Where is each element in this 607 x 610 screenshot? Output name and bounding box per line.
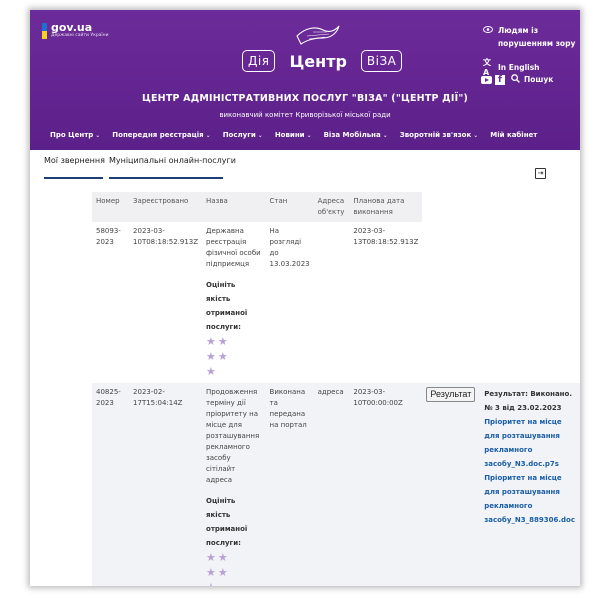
nav-my-cabinet[interactable]: Мій кабінет: [490, 131, 537, 139]
table-header-row: Номер Зареєстровано Назва Стан Адреса об…: [92, 192, 580, 222]
service-name: Продовження терміну дії пріоритету на мі…: [206, 388, 260, 484]
nav-pre-registration[interactable]: Попередня реєстрація ⌄: [112, 131, 210, 139]
org-subtitle: виконавчий комітет Криворізької міської …: [219, 111, 391, 119]
chevron-down-icon: ⌄: [473, 132, 479, 139]
tab-bar: Мої звернення Муніципальні онлайн-послуг…: [44, 156, 240, 174]
nav-my-cabinet-label: Мій кабінет: [490, 131, 538, 139]
ukraine-flag-icon: [42, 23, 47, 39]
site-header: gov.ua Державні сайти України Дія Центр …: [30, 10, 580, 150]
star-icon[interactable]: ★: [206, 581, 218, 586]
star-icon[interactable]: ★: [218, 551, 230, 564]
cell-registered: 2023-03-10T08:18:52.913Z: [133, 227, 199, 246]
cell-action: Результат: [422, 383, 481, 586]
cell-name: Державна реєстрація фізичної особи підпр…: [202, 222, 265, 383]
col-status: Стан: [269, 197, 288, 205]
chevron-down-icon: ⌄: [95, 132, 101, 139]
star-icon[interactable]: ★: [206, 365, 218, 378]
logo-diia: Дія: [242, 50, 276, 72]
cell-planned-date: 2023-03-13T08:18:52.913Z: [353, 227, 419, 246]
rating-stars[interactable]: ★★ ★★ ★: [206, 334, 261, 379]
youtube-icon[interactable]: [481, 75, 492, 84]
cell-action: [422, 222, 480, 383]
org-title: ЦЕНТР АДМІНІСТРАТИВНИХ ПОСЛУГ "ВІЗА" ("Ц…: [141, 93, 469, 104]
logo-center-text: Центр: [289, 51, 347, 71]
nav-pre-registration-label: Попередня реєстрація: [112, 131, 204, 139]
star-icon[interactable]: ★: [218, 335, 230, 348]
cell-number: 40825-2023: [92, 383, 130, 586]
star-icon[interactable]: ★: [206, 551, 218, 564]
col-number: Номер: [96, 197, 120, 205]
cell-address: адреса: [313, 383, 350, 586]
cell-status: На розгляді до 13.03.2023: [269, 227, 310, 268]
gov-ua-subtitle: Державні сайти України: [51, 33, 109, 38]
cell-number: 58093-2023: [96, 227, 121, 246]
browser-page: gov.ua Державні сайти України Дія Центр …: [30, 10, 580, 586]
nav-services-label: Послуги: [222, 131, 256, 139]
result-file-link[interactable]: Пріоритет на місце для розташування рекл…: [484, 415, 576, 471]
star-icon[interactable]: ★: [206, 335, 218, 348]
col-planned-date: Планова дата виконання: [353, 197, 405, 216]
col-registered: Зареєстровано: [133, 197, 189, 205]
cell-planned-date: 2023-03-10T00:00:00Z: [349, 383, 423, 586]
nav-viza-mobile-label: Віза Мобільна: [323, 131, 381, 139]
star-icon[interactable]: ★: [206, 566, 218, 579]
nav-about[interactable]: Про Центр ⌄: [50, 131, 100, 139]
chevron-down-icon: ⌄: [205, 132, 211, 139]
logout-icon[interactable]: ⇥: [535, 168, 546, 179]
cell-name: Продовження терміну дії пріоритету на мі…: [202, 383, 266, 586]
col-result: [480, 192, 580, 222]
tab-underline-my-requests: [44, 177, 103, 179]
requests-table: Номер Зареєстровано Назва Стан Адреса об…: [92, 192, 580, 586]
nav-about-label: Про Центр: [50, 131, 94, 139]
facebook-icon[interactable]: f: [495, 74, 505, 85]
center-logo[interactable]: Дія Центр ВіЗА: [242, 50, 403, 72]
tab-my-requests[interactable]: Мої звернення: [44, 156, 105, 174]
service-name: Державна реєстрація фізичної особи підпр…: [206, 227, 261, 268]
eye-icon: [483, 24, 494, 37]
chevron-down-icon: ⌄: [382, 132, 388, 139]
gov-ua-title: gov.ua: [51, 21, 93, 34]
logo-viza: ВіЗА: [360, 50, 403, 72]
tab-underline-municipal: [109, 177, 223, 179]
table-row: 58093-2023 2023-03-10T08:18:52.913Z Держ…: [92, 222, 580, 383]
nav-news[interactable]: Новини ⌄: [275, 131, 312, 139]
result-file-link[interactable]: Пріоритет на місце для розташування рекл…: [484, 471, 576, 527]
main-nav: Про Центр ⌄ Попередня реєстрація ⌄ Послуги…: [50, 131, 549, 139]
nav-news-label: Новини: [274, 131, 305, 139]
social-search-row: f Пошук: [481, 74, 553, 85]
english-label: In English: [498, 62, 540, 72]
col-action: [422, 192, 481, 222]
cell-result: [480, 222, 580, 383]
nav-feedback[interactable]: Зворотній зв'язок ⌄: [400, 131, 478, 139]
rate-label: Оцініть якість отриманої послуги:: [206, 281, 248, 331]
cell-status: Виконана та передана на портал: [265, 383, 314, 586]
nav-viza-mobile[interactable]: Віза Мобільна ⌄: [324, 131, 388, 139]
table-row: 40825-2023 2023-02-17T15:04:14Z Продовже…: [92, 383, 580, 586]
rate-label: Оцініть якість отриманої послуги:: [206, 497, 248, 547]
nav-services[interactable]: Послуги ⌄: [223, 131, 263, 139]
cell-result: Результат: Виконано. № 3 від 23.02.2023 …: [480, 383, 580, 586]
star-icon[interactable]: ★: [218, 566, 230, 579]
tab-municipal-services[interactable]: Муніципальні онлайн-послуги: [109, 156, 236, 174]
cell-registered: 2023-02-17T15:04:14Z: [129, 383, 203, 586]
search-icon[interactable]: [511, 74, 520, 85]
result-button[interactable]: Результат: [426, 387, 476, 402]
accessibility-link[interactable]: Людям із порушенням зору: [483, 24, 575, 50]
gov-ua-link[interactable]: gov.ua Державні сайти України: [42, 22, 109, 39]
col-name: Назва: [206, 197, 228, 205]
rating-stars[interactable]: ★★ ★★ ★: [206, 550, 261, 586]
search-link[interactable]: Пошук: [524, 75, 553, 84]
accessibility-line2: порушенням зору: [498, 39, 576, 48]
star-icon[interactable]: ★: [206, 350, 218, 363]
nav-feedback-label: Зворотній зв'язок: [399, 131, 472, 139]
cell-address: [314, 222, 350, 383]
chevron-down-icon: ⌄: [306, 132, 312, 139]
star-icon[interactable]: ★: [218, 350, 230, 363]
col-address: Адреса об'єкту: [317, 197, 345, 216]
bird-logo-icon: [296, 25, 340, 45]
accessibility-line1: Людям із: [498, 26, 539, 35]
chevron-down-icon: ⌄: [257, 132, 263, 139]
result-status: Результат: Виконано. № 3 від 23.02.2023: [484, 390, 572, 412]
